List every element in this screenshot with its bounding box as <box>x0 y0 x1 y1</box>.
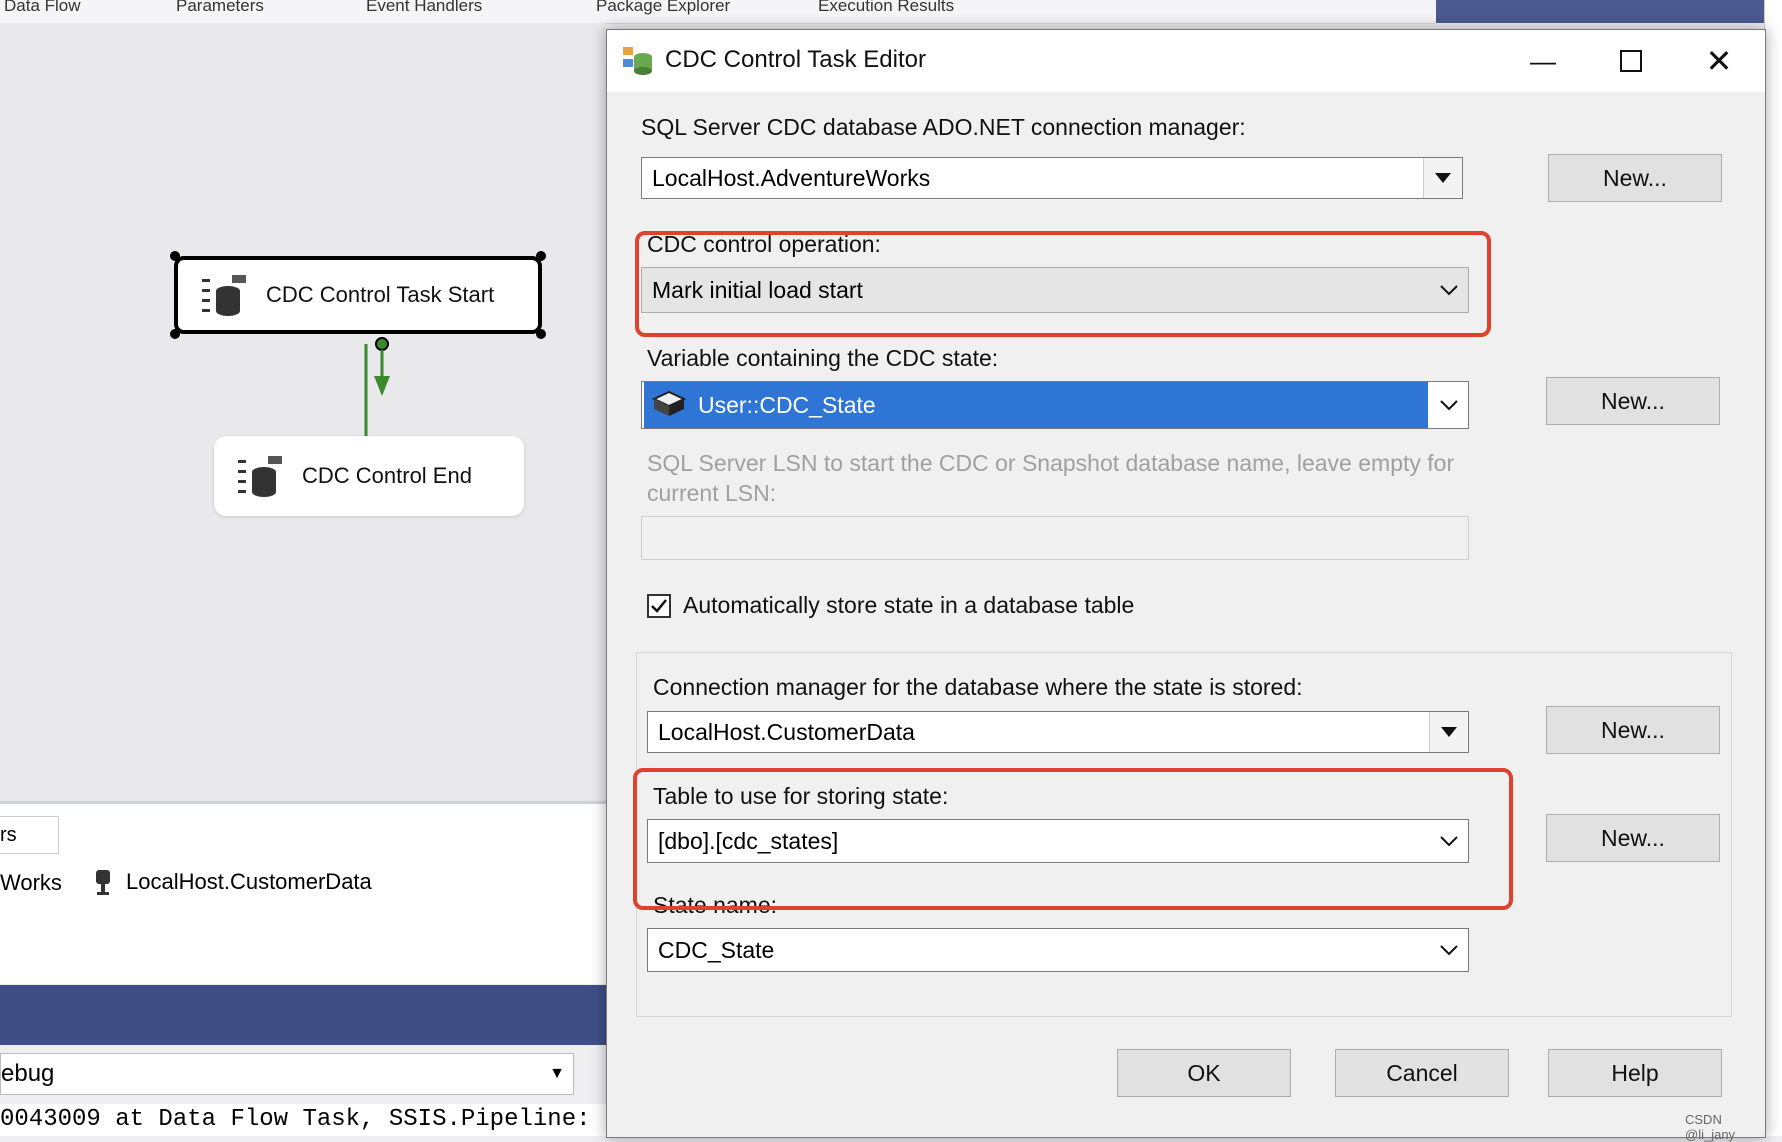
auto-store-checkbox[interactable] <box>647 593 671 618</box>
close-icon: ✕ <box>1705 43 1733 79</box>
dialog-title: CDC Control Task Editor <box>665 46 926 73</box>
highlight-box <box>633 768 1513 910</box>
dialog-titlebar[interactable]: CDC Control Task Editor — ✕ <box>607 30 1765 92</box>
cancel-button[interactable]: Cancel <box>1335 1049 1509 1097</box>
resize-handle[interactable] <box>170 251 180 261</box>
minimize-button[interactable]: — <box>1499 30 1587 92</box>
new-table-button[interactable]: New... <box>1546 814 1720 862</box>
task-end-label: CDC Control End <box>302 463 472 488</box>
variable-icon <box>652 390 686 416</box>
state-connection-label: Connection manager for the database wher… <box>653 674 1303 700</box>
resize-handle[interactable] <box>536 329 546 339</box>
output-line: 0043009 at Data Flow Task, SSIS.Pipeline… <box>0 1104 606 1136</box>
maximize-button[interactable] <box>1587 30 1675 92</box>
designer-toolbar: Data Flow Parameters Event Handlers Pack… <box>0 0 1436 24</box>
cdc-control-task-editor-dialog: CDC Control Task Editor — ✕ SQL Server C… <box>606 29 1766 1142</box>
state-name-combo[interactable]: CDC_State <box>647 928 1469 972</box>
watermark: CSDN @li_jany <box>1685 1112 1736 1142</box>
ado-connection-value: LocalHost.AdventureWorks <box>652 164 931 191</box>
control-flow-canvas[interactable]: CDC Control Task Start CDC Control End <box>0 23 606 801</box>
connection-item-label: LocalHost.CustomerData <box>126 869 372 894</box>
chevron-down-icon[interactable] <box>1430 382 1468 428</box>
output-source-value: ebug <box>1 1060 55 1087</box>
close-button[interactable]: ✕ <box>1675 30 1763 92</box>
variable-value: User::CDC_State <box>644 382 1428 428</box>
solution-explorer-edge <box>1764 0 1782 1136</box>
cdc-task-icon <box>202 275 246 316</box>
highlight-box <box>635 231 1491 337</box>
cdc-control-task-start[interactable]: CDC Control Task Start <box>174 256 542 334</box>
new-variable-button[interactable]: New... <box>1546 377 1720 425</box>
lsn-label: SQL Server LSN to start the CDC or Snaps… <box>647 450 1455 506</box>
variable-label: Variable containing the CDC state: <box>647 345 999 371</box>
cdc-task-icon <box>623 47 652 75</box>
tab-data-flow[interactable]: Data Flow <box>4 0 81 16</box>
chevron-down-icon[interactable] <box>1429 712 1468 752</box>
tab-parameters[interactable]: Parameters <box>176 0 264 16</box>
variable-combo[interactable]: User::CDC_State <box>641 381 1469 429</box>
connection-plug-icon <box>96 870 110 895</box>
state-connection-value: LocalHost.CustomerData <box>658 718 915 745</box>
ado-connection-combo[interactable]: LocalHost.AdventureWorks <box>641 157 1463 199</box>
auto-store-checkbox-row[interactable]: Automatically store state in a database … <box>647 592 1134 619</box>
lsn-input[interactable] <box>641 516 1469 560</box>
state-name-value: CDC_State <box>658 936 775 963</box>
ok-button[interactable]: OK <box>1117 1049 1291 1097</box>
maximize-icon <box>1620 50 1642 72</box>
new-ado-connection-button[interactable]: New... <box>1548 154 1722 202</box>
state-connection-combo[interactable]: LocalHost.CustomerData <box>647 711 1469 753</box>
auto-store-label: Automatically store state in a database … <box>683 592 1135 618</box>
new-state-connection-button[interactable]: New... <box>1546 706 1720 754</box>
cdc-control-end[interactable]: CDC Control End <box>214 436 524 516</box>
chevron-down-icon[interactable] <box>1423 158 1462 198</box>
tab-event-handlers[interactable]: Event Handlers <box>366 0 482 16</box>
task-start-label: CDC Control Task Start <box>266 282 495 307</box>
solution-explorer-toolbar <box>1436 0 1782 23</box>
connection-managers-tab[interactable]: rs <box>0 816 59 854</box>
chevron-down-icon[interactable] <box>1430 929 1468 971</box>
connection-managers-panel: rs Works LocalHost.CustomerData <box>0 801 606 984</box>
connection-item[interactable]: Works <box>0 870 62 896</box>
cdc-task-icon <box>238 456 282 497</box>
variable-value-text: User::CDC_State <box>698 391 876 418</box>
tab-execution-results[interactable]: Execution Results <box>818 0 954 16</box>
ado-connection-label: SQL Server CDC database ADO.NET connecti… <box>641 114 1246 140</box>
resize-handle[interactable] <box>536 251 546 261</box>
output-source-combo[interactable]: ebug ▼ <box>0 1053 574 1095</box>
help-button[interactable]: Help <box>1548 1049 1722 1097</box>
chevron-down-icon: ▼ <box>549 1065 565 1082</box>
connection-item[interactable]: LocalHost.CustomerData <box>92 868 372 896</box>
checkmark-icon <box>651 598 667 613</box>
tab-package-explorer[interactable]: Package Explorer <box>596 0 730 16</box>
resize-handle[interactable] <box>170 329 180 339</box>
ide-status-bar <box>0 985 606 1045</box>
minimize-icon: — <box>1530 45 1556 76</box>
